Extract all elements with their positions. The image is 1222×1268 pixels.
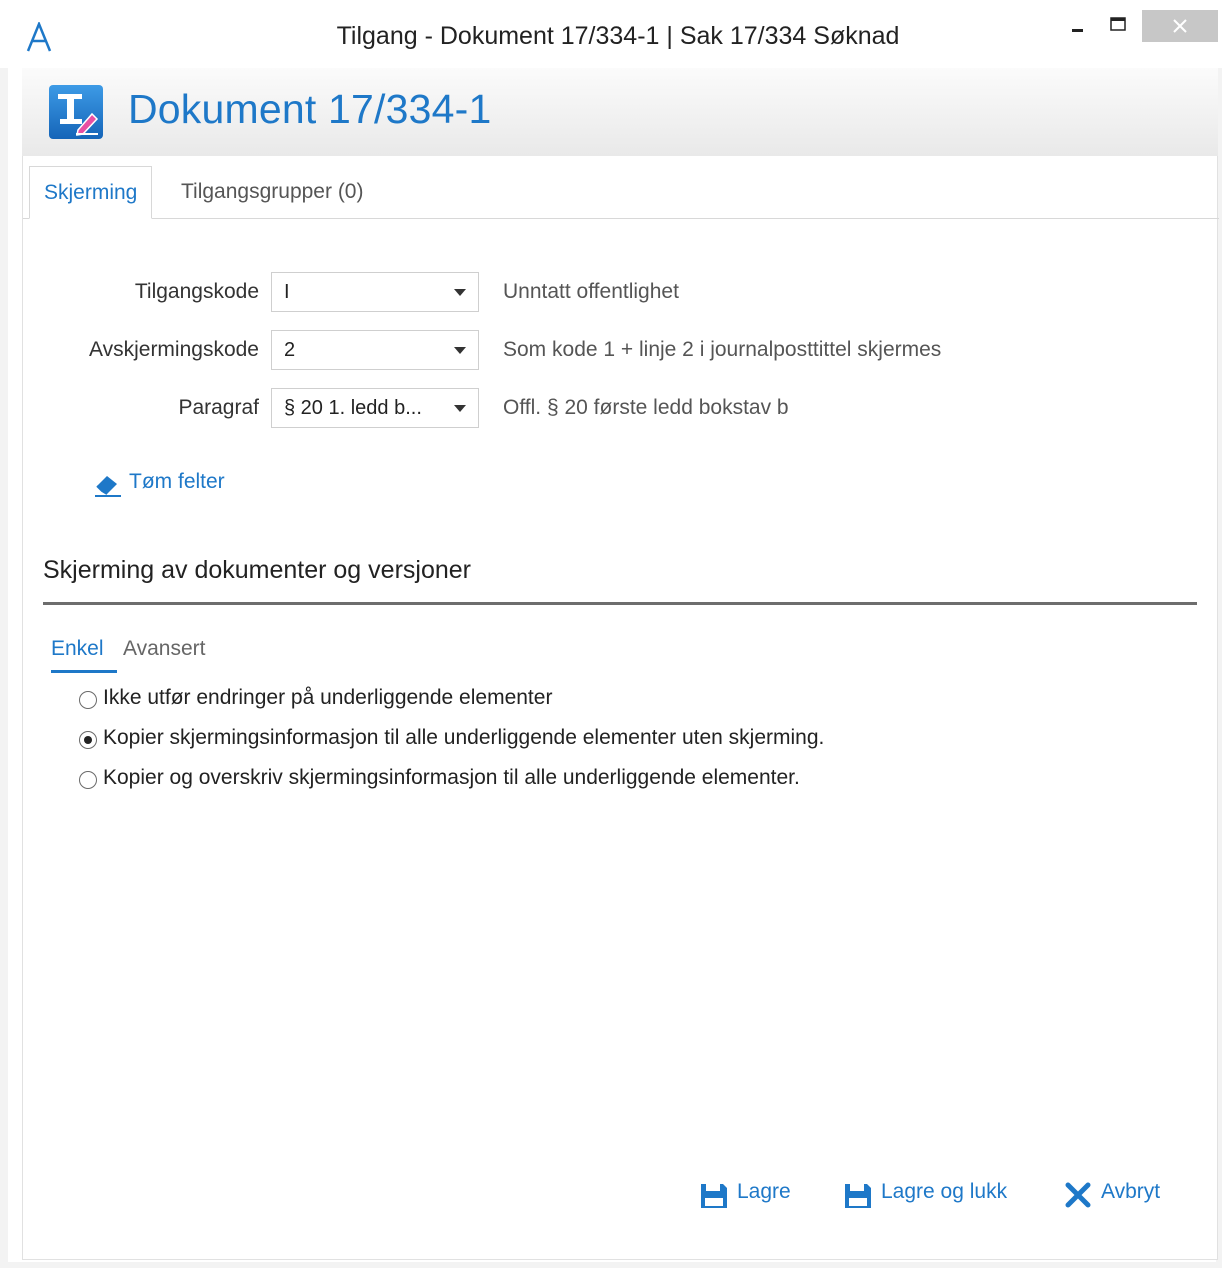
close-x-icon xyxy=(1065,1182,1091,1208)
window-frame-bottom xyxy=(0,1262,1222,1268)
radio-label: Kopier skjermingsinformasjon til alle un… xyxy=(103,726,825,749)
tab-tilgangsgrupper[interactable]: Tilgangsgrupper (0) xyxy=(167,166,377,218)
tilgangskode-select[interactable]: I xyxy=(271,272,479,312)
paragraf-value: § 20 1. ledd b... xyxy=(284,397,422,419)
save-icon xyxy=(701,1184,727,1208)
radio-button[interactable] xyxy=(79,771,97,789)
avskjermingskode-select[interactable]: 2 xyxy=(271,330,479,370)
paragraf-select[interactable]: § 20 1. ledd b... xyxy=(271,388,479,428)
radio-label: Kopier og overskriv skjermingsinformasjo… xyxy=(103,766,800,789)
avskjermingskode-description: Som kode 1 + linje 2 i journalposttittel… xyxy=(503,338,942,361)
minimize-button[interactable] xyxy=(1058,10,1098,42)
eraser-icon xyxy=(95,476,121,497)
close-icon xyxy=(1173,19,1187,33)
paragraf-description: Offl. § 20 første ledd bokstav b xyxy=(503,396,789,419)
tab-skjerming[interactable]: Skjerming xyxy=(29,166,153,219)
maximize-icon xyxy=(1110,17,1126,31)
cancel-label: Avbryt xyxy=(1101,1180,1161,1203)
chevron-down-icon xyxy=(454,405,466,412)
window-frame-left xyxy=(0,0,8,1268)
avskjermingskode-label: Avskjermingskode xyxy=(88,338,259,361)
chevron-down-icon xyxy=(454,289,466,296)
close-window-button[interactable] xyxy=(1142,10,1218,42)
subtab-enkel[interactable]: Enkel xyxy=(51,634,117,673)
chevron-down-icon xyxy=(454,347,466,354)
radio-button[interactable] xyxy=(79,691,97,709)
document-header: Dokument 17/334-1 xyxy=(22,68,1218,157)
document-edit-icon xyxy=(49,85,103,139)
dialog-window: Tilgang - Dokument 17/334-1 | Sak 17/334… xyxy=(0,0,1222,1268)
dialog-content: Skjerming Tilgangsgrupper (0) Tilgangsko… xyxy=(22,156,1219,1260)
page-title: Dokument 17/334-1 xyxy=(128,86,492,132)
window-title: Tilgang - Dokument 17/334-1 | Sak 17/334… xyxy=(336,22,900,50)
clear-fields-label: Tøm felter xyxy=(129,470,225,493)
save-and-close-label: Lagre og lukk xyxy=(881,1180,1008,1203)
avskjermingskode-value: 2 xyxy=(284,339,296,361)
tilgangskode-description: Unntatt offentlighet xyxy=(503,280,679,303)
maximize-button[interactable] xyxy=(1098,10,1138,42)
subtab-avansert[interactable]: Avansert xyxy=(123,634,206,670)
tab-bar: Skjerming Tilgangsgrupper (0) xyxy=(23,166,1219,219)
section-title: Skjerming av dokumenter og versjoner xyxy=(43,556,471,584)
radio-label: Ikke utfør endringer på underliggende el… xyxy=(103,686,553,709)
save-label: Lagre xyxy=(737,1180,791,1203)
save-icon xyxy=(845,1184,871,1208)
minimize-icon xyxy=(1072,29,1083,32)
paragraf-label: Paragraf xyxy=(178,396,259,419)
title-bar[interactable]: Tilgang - Dokument 17/334-1 | Sak 17/334… xyxy=(0,0,1222,68)
section-divider xyxy=(43,602,1197,605)
tilgangskode-value: I xyxy=(284,281,290,303)
radio-button[interactable] xyxy=(79,731,97,749)
tilgangskode-label: Tilgangskode xyxy=(134,280,259,303)
